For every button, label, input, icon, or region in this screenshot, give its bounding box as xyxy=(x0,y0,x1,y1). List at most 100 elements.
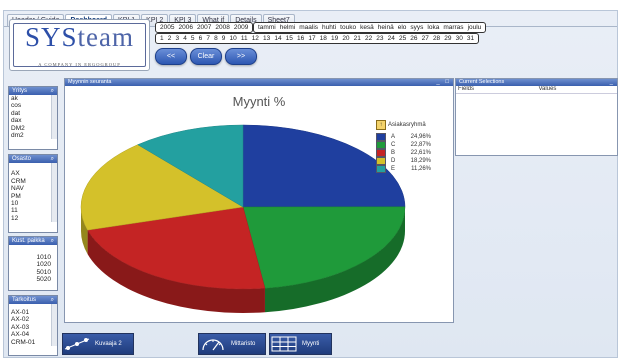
day-option[interactable]: 24 xyxy=(386,35,397,42)
list-item[interactable]: AX xyxy=(9,170,57,177)
clear-button[interactable]: Clear xyxy=(190,48,222,65)
month-option[interactable]: kesä xyxy=(358,24,376,31)
day-option[interactable]: 5 xyxy=(189,35,197,42)
month-option[interactable]: maalis xyxy=(297,24,320,31)
list-item[interactable]: 11 xyxy=(9,207,57,214)
list-item[interactable]: AX-03 xyxy=(9,324,57,331)
legend-item[interactable]: A 24,96% xyxy=(376,133,431,141)
year-option[interactable]: 2009 xyxy=(232,24,250,31)
month-option[interactable]: heinä xyxy=(376,24,396,31)
list-item[interactable]: 5020 xyxy=(9,276,57,283)
list-item[interactable]: ak xyxy=(9,95,57,102)
month-option[interactable]: tammi xyxy=(256,24,278,31)
listbox-osasto: Osasto ⌕ AX CRM NAV PM 10 11 12 xyxy=(8,154,58,233)
list-item[interactable]: dat xyxy=(9,110,57,117)
list-item[interactable]: 5010 xyxy=(9,269,57,276)
scrollbar[interactable] xyxy=(51,163,57,223)
day-option[interactable]: 10 xyxy=(227,35,238,42)
listbox-body: AX CRM NAV PM 10 11 12 xyxy=(9,163,57,223)
list-item[interactable]: 1020 xyxy=(9,261,57,268)
list-item[interactable]: 10 xyxy=(9,200,57,207)
year-option[interactable]: 2005 xyxy=(158,24,176,31)
day-option[interactable]: 18 xyxy=(318,35,329,42)
list-item[interactable]: dm2 xyxy=(9,132,57,139)
day-option[interactable]: 21 xyxy=(352,35,363,42)
month-option[interactable]: huhti xyxy=(320,24,338,31)
chart-panel-title: Myynnin seuranta _ □ xyxy=(65,79,453,86)
day-option[interactable]: 3 xyxy=(173,35,181,42)
month-option[interactable]: marras xyxy=(441,24,465,31)
day-option[interactable]: 17 xyxy=(306,35,317,42)
search-icon[interactable]: ⌕ xyxy=(51,87,54,95)
list-item[interactable]: NAV xyxy=(9,185,57,192)
list-item[interactable]: CRM xyxy=(9,178,57,185)
month-option[interactable]: touko xyxy=(338,24,358,31)
month-option[interactable]: helmi xyxy=(278,24,298,31)
month-option[interactable]: loka xyxy=(425,24,441,31)
table-icon xyxy=(270,335,298,353)
day-option[interactable]: 29 xyxy=(442,35,453,42)
sort-arrow-icon[interactable]: ↑ xyxy=(376,120,386,130)
year-option[interactable]: 2007 xyxy=(195,24,213,31)
legend-rows: A 24,96% C 22,87% B 22,61% D 18,29% E 11,26% xyxy=(376,133,431,173)
scrollbar[interactable] xyxy=(51,95,57,140)
month-option[interactable]: joulu xyxy=(466,24,484,31)
search-icon[interactable]: ⌕ xyxy=(51,237,54,245)
day-option[interactable]: 8 xyxy=(212,35,220,42)
scrollbar[interactable] xyxy=(51,304,57,347)
month-selector: tammi helmi maalis huhti touko kesä hein… xyxy=(253,22,487,33)
list-item[interactable] xyxy=(9,163,57,170)
list-item[interactable]: 12 xyxy=(9,215,57,222)
day-option[interactable]: 31 xyxy=(465,35,476,42)
day-option[interactable]: 19 xyxy=(329,35,340,42)
day-option[interactable]: 26 xyxy=(408,35,419,42)
month-option[interactable]: syys xyxy=(408,24,425,31)
day-option[interactable]: 25 xyxy=(397,35,408,42)
month-option[interactable]: elo xyxy=(396,24,409,31)
day-option[interactable]: 7 xyxy=(204,35,212,42)
listbox-title: Kust. paikka ⌕ xyxy=(9,237,57,245)
day-option[interactable]: 20 xyxy=(340,35,351,42)
list-item[interactable]: 1010 xyxy=(9,254,57,261)
day-option[interactable]: 12 xyxy=(250,35,261,42)
day-option[interactable]: 30 xyxy=(454,35,465,42)
list-item[interactable]: AX-04 xyxy=(9,331,57,338)
day-option[interactable]: 1 xyxy=(158,35,166,42)
legend-item[interactable]: D 18,29% xyxy=(376,157,431,165)
list-item[interactable]: AX-02 xyxy=(9,316,57,323)
list-item[interactable]: dax xyxy=(9,117,57,124)
pie-slice-C[interactable] xyxy=(242,206,406,289)
list-item[interactable]: CRM-01 xyxy=(9,339,57,346)
day-option[interactable]: 15 xyxy=(284,35,295,42)
search-icon[interactable]: ⌕ xyxy=(51,155,54,163)
back-button[interactable]: << xyxy=(155,48,187,65)
day-option[interactable]: 14 xyxy=(272,35,283,42)
day-option[interactable]: 16 xyxy=(295,35,306,42)
day-option[interactable]: 4 xyxy=(181,35,189,42)
list-item[interactable]: cos xyxy=(9,102,57,109)
kuvaaja-2-button[interactable]: Kuvaaja 2 xyxy=(62,333,134,355)
window-buttons[interactable]: _ □ xyxy=(436,79,451,86)
day-option[interactable]: 23 xyxy=(374,35,385,42)
minimize-button[interactable]: _ xyxy=(610,79,615,86)
year-option[interactable]: 2006 xyxy=(176,24,194,31)
forward-button[interactable]: >> xyxy=(225,48,257,65)
day-option[interactable]: 27 xyxy=(420,35,431,42)
myynti-button[interactable]: Myynti xyxy=(269,333,332,355)
list-item[interactable]: AX-01 xyxy=(9,309,57,316)
legend-item[interactable]: B 22,61% xyxy=(376,149,431,157)
day-option[interactable]: 2 xyxy=(166,35,174,42)
day-option[interactable]: 11 xyxy=(239,35,250,42)
list-item[interactable]: DM2 xyxy=(9,125,57,132)
day-option[interactable]: 13 xyxy=(261,35,272,42)
year-option[interactable]: 2008 xyxy=(213,24,231,31)
list-item[interactable]: PM xyxy=(9,193,57,200)
day-option[interactable]: 9 xyxy=(220,35,228,42)
day-option[interactable]: 6 xyxy=(197,35,205,42)
mittaristo-button[interactable]: Mittaristo xyxy=(198,333,266,355)
legend-item[interactable]: C 22,87% xyxy=(376,141,431,149)
day-option[interactable]: 22 xyxy=(363,35,374,42)
search-icon[interactable]: ⌕ xyxy=(51,296,54,304)
day-option[interactable]: 28 xyxy=(431,35,442,42)
legend-item[interactable]: E 11,26% xyxy=(376,165,431,173)
